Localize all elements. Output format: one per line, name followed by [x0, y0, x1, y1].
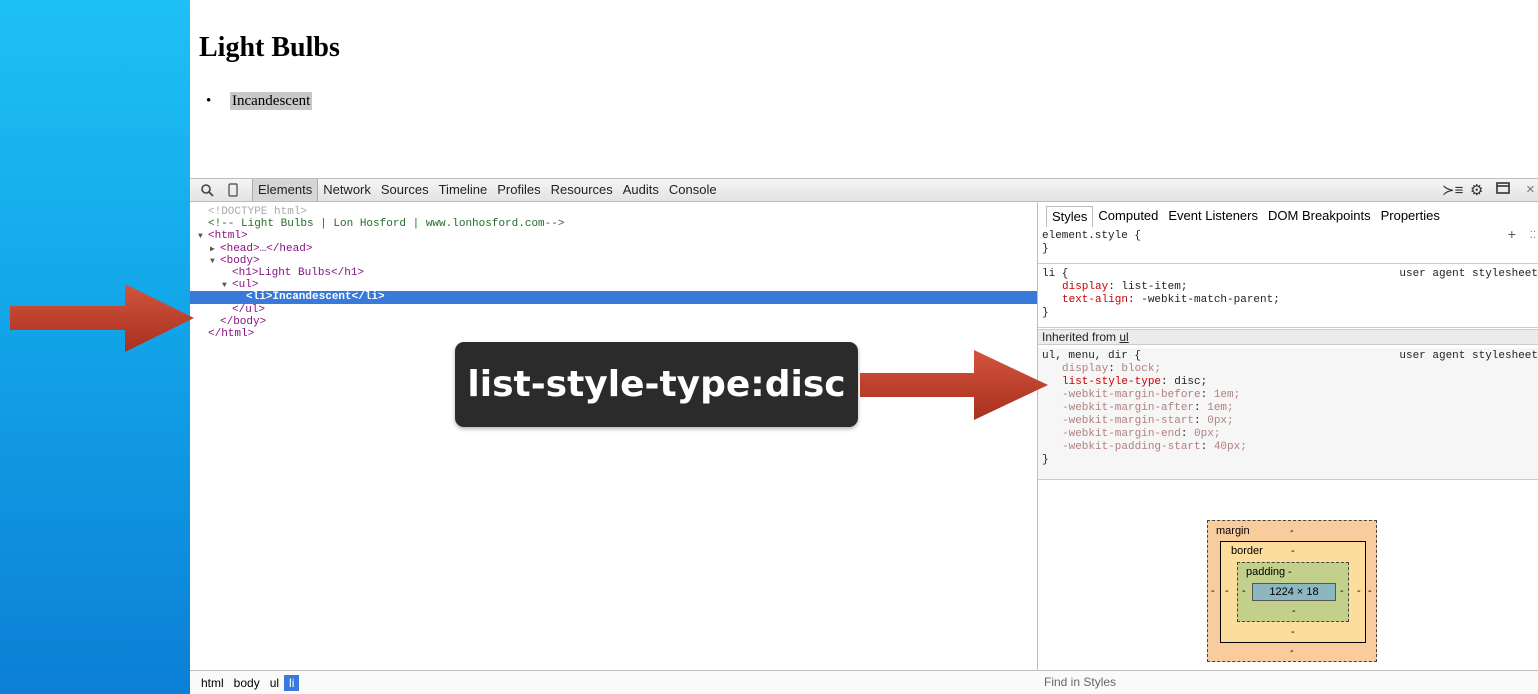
console-drawer-icon[interactable]: ≻≡	[1442, 181, 1463, 199]
devtools-toolbar: Elements Network Sources Timeline Profil…	[190, 178, 1538, 202]
breadcrumb-html[interactable]: html	[196, 675, 229, 691]
tab-properties[interactable]: Properties	[1376, 206, 1445, 226]
inherited-header: Inherited from ul	[1038, 329, 1538, 345]
list-style-type-prop: list-style-type: disc;	[1062, 376, 1208, 388]
dom-ul-close[interactable]: </ul>	[190, 304, 1037, 316]
gear-icon[interactable]: ⚙	[1470, 181, 1483, 199]
list-item-text: Incandescent	[230, 92, 313, 110]
rendered-page: Light Bulbs • Incandescent	[190, 0, 1538, 178]
dock-icon[interactable]	[1496, 181, 1512, 199]
elements-tree: <!DOCTYPE html> <!-- Light Bulbs | Lon H…	[190, 202, 1038, 670]
box-model-border[interactable]: border - - - - padding - - - - 1224 × 18	[1220, 541, 1366, 643]
dom-comment[interactable]: <!-- Light Bulbs | Lon Hosford | www.lon…	[190, 218, 1037, 230]
tab-network[interactable]: Network	[318, 179, 376, 201]
dom-html[interactable]: ▼ <html>	[190, 230, 1037, 242]
dom-li-selected[interactable]: <li>Incandescent</li>	[190, 291, 1037, 304]
tab-event-listeners[interactable]: Event Listeners	[1163, 206, 1263, 226]
bullet-icon: •	[206, 93, 212, 109]
tab-console[interactable]: Console	[664, 179, 722, 201]
list-item: • Incandescent	[200, 90, 313, 112]
element-state-icon[interactable]: ⁚⁚	[1530, 230, 1536, 243]
dom-head[interactable]: ▶ <head>…</head>	[190, 243, 1037, 255]
dom-h1[interactable]: <h1>Light Bulbs</h1>	[190, 267, 1037, 279]
breadcrumb: html body ul li	[190, 670, 1038, 694]
devtools-panel: Elements Network Sources Timeline Profil…	[190, 178, 1538, 694]
styles-pane: Styles Computed Event Listeners DOM Brea…	[1038, 202, 1538, 670]
breadcrumb-ul[interactable]: ul	[265, 675, 284, 691]
dom-ul[interactable]: ▼ <ul>	[190, 279, 1037, 291]
find-in-styles-input[interactable]: Find in Styles	[1038, 670, 1538, 694]
styles-tabs: Styles Computed Event Listeners DOM Brea…	[1038, 202, 1538, 230]
tab-audits[interactable]: Audits	[618, 179, 664, 201]
box-model-padding[interactable]: padding - - - - 1224 × 18	[1237, 562, 1349, 622]
page-list: • Incandescent	[200, 90, 313, 112]
inherited-from-link[interactable]: ul	[1119, 330, 1128, 344]
devtools-tabs: Elements Network Sources Timeline Profil…	[252, 179, 722, 201]
page-title: Light Bulbs	[199, 32, 340, 63]
tab-elements[interactable]: Elements	[252, 179, 319, 201]
box-model-margin[interactable]: margin - - - - border - - - - padding -	[1207, 520, 1377, 662]
search-icon[interactable]	[198, 181, 216, 199]
tab-profiles[interactable]: Profiles	[492, 179, 545, 201]
dom-doctype[interactable]: <!DOCTYPE html>	[190, 206, 1037, 218]
dom-body-close[interactable]: </body>	[190, 316, 1037, 328]
tab-resources[interactable]: Resources	[546, 179, 618, 201]
close-icon[interactable]: ×	[1526, 181, 1535, 198]
dom-body[interactable]: ▼ <body>	[190, 255, 1037, 267]
callout-label: list-style-type:disc	[455, 342, 858, 427]
tab-computed[interactable]: Computed	[1093, 206, 1163, 226]
arrow-to-selected-row-icon	[10, 284, 194, 352]
breadcrumb-li[interactable]: li	[284, 674, 300, 691]
tab-dom-breakpoints[interactable]: DOM Breakpoints	[1263, 206, 1376, 226]
breadcrumb-body[interactable]: body	[229, 675, 265, 691]
arrow-to-property-icon	[860, 350, 1048, 420]
dom-html-close[interactable]: </html>	[190, 328, 1037, 340]
tab-styles[interactable]: Styles	[1046, 205, 1094, 227]
ul-rule[interactable]: ul, menu, dir { user agent stylesheet di…	[1038, 348, 1538, 480]
li-rule[interactable]: li { user agent stylesheet display: list…	[1038, 264, 1538, 328]
tab-sources[interactable]: Sources	[376, 179, 434, 201]
device-mode-icon[interactable]	[224, 181, 242, 199]
browser-window: Light Bulbs • Incandescent Elements Netw…	[190, 0, 1538, 694]
box-model-content[interactable]: 1224 × 18	[1252, 583, 1336, 601]
tab-timeline[interactable]: Timeline	[434, 179, 493, 201]
element-style-rule[interactable]: element.style { } + ⁚⁚	[1038, 229, 1538, 264]
box-model: margin - - - - border - - - - padding -	[1207, 520, 1377, 662]
add-rule-icon[interactable]: +	[1508, 229, 1516, 243]
